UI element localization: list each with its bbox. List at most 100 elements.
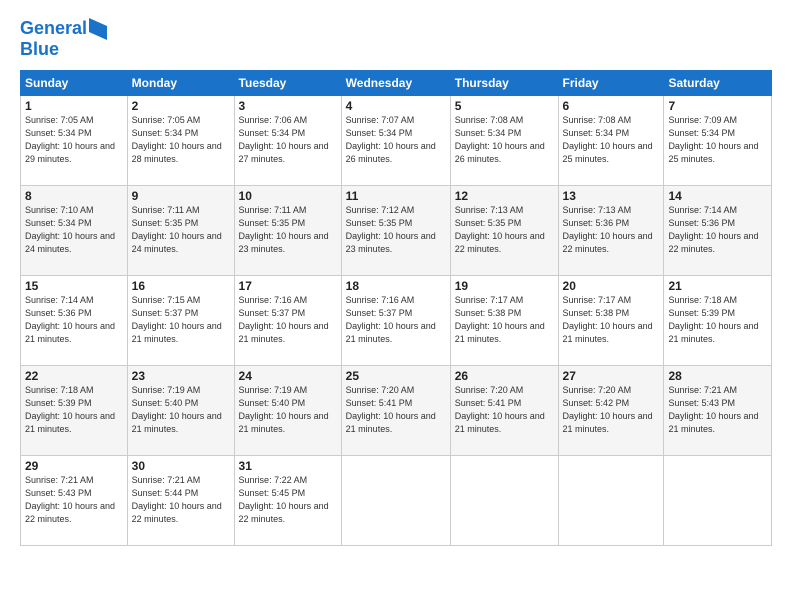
day-info: Sunrise: 7:11 AMSunset: 5:35 PMDaylight:… — [132, 205, 222, 254]
calendar-header-cell: Tuesday — [234, 70, 341, 95]
calendar-day-cell: 25 Sunrise: 7:20 AMSunset: 5:41 PMDayligh… — [341, 365, 450, 455]
calendar-week-row: 8 Sunrise: 7:10 AMSunset: 5:34 PMDaylight… — [21, 185, 772, 275]
calendar-page: General Blue SundayMondayTuesdayWednesda… — [0, 0, 792, 612]
day-info: Sunrise: 7:19 AMSunset: 5:40 PMDaylight:… — [239, 385, 329, 434]
day-info: Sunrise: 7:08 AMSunset: 5:34 PMDaylight:… — [455, 115, 545, 164]
calendar-week-row: 1 Sunrise: 7:05 AMSunset: 5:34 PMDaylight… — [21, 95, 772, 185]
calendar-day-cell: 19 Sunrise: 7:17 AMSunset: 5:38 PMDayligh… — [450, 275, 558, 365]
day-number: 27 — [563, 369, 660, 383]
day-number: 6 — [563, 99, 660, 113]
day-info: Sunrise: 7:07 AMSunset: 5:34 PMDaylight:… — [346, 115, 436, 164]
day-info: Sunrise: 7:18 AMSunset: 5:39 PMDaylight:… — [668, 295, 758, 344]
logo-text-line1: General — [20, 19, 87, 39]
day-number: 5 — [455, 99, 554, 113]
calendar-day-cell: 27 Sunrise: 7:20 AMSunset: 5:42 PMDayligh… — [558, 365, 664, 455]
day-number: 23 — [132, 369, 230, 383]
day-info: Sunrise: 7:17 AMSunset: 5:38 PMDaylight:… — [455, 295, 545, 344]
day-number: 11 — [346, 189, 446, 203]
calendar-day-cell: 16Sunrise: 7:15 AMSunset: 5:37 PMDayligh… — [127, 275, 234, 365]
day-number: 12 — [455, 189, 554, 203]
day-number: 10 — [239, 189, 337, 203]
day-number: 9 — [132, 189, 230, 203]
calendar-week-row: 15Sunrise: 7:14 AMSunset: 5:36 PMDayligh… — [21, 275, 772, 365]
day-info: Sunrise: 7:21 AMSunset: 5:43 PMDaylight:… — [25, 475, 115, 524]
logo-icon — [89, 18, 107, 40]
day-number: 19 — [455, 279, 554, 293]
calendar-day-cell: 23Sunrise: 7:19 AMSunset: 5:40 PMDayligh… — [127, 365, 234, 455]
calendar-table: SundayMondayTuesdayWednesdayThursdayFrid… — [20, 70, 772, 546]
day-info: Sunrise: 7:20 AMSunset: 5:41 PMDaylight:… — [455, 385, 545, 434]
calendar-day-cell: 11 Sunrise: 7:12 AMSunset: 5:35 PMDayligh… — [341, 185, 450, 275]
day-number: 16 — [132, 279, 230, 293]
day-info: Sunrise: 7:20 AMSunset: 5:42 PMDaylight:… — [563, 385, 653, 434]
day-number: 24 — [239, 369, 337, 383]
day-number: 30 — [132, 459, 230, 473]
calendar-day-cell: 20 Sunrise: 7:17 AMSunset: 5:38 PMDayligh… — [558, 275, 664, 365]
calendar-day-cell: 14Sunrise: 7:14 AMSunset: 5:36 PMDayligh… — [664, 185, 772, 275]
calendar-body: 1 Sunrise: 7:05 AMSunset: 5:34 PMDaylight… — [21, 95, 772, 545]
day-number: 1 — [25, 99, 123, 113]
calendar-day-cell: 30Sunrise: 7:21 AMSunset: 5:44 PMDayligh… — [127, 455, 234, 545]
day-number: 29 — [25, 459, 123, 473]
calendar-header-cell: Monday — [127, 70, 234, 95]
calendar-week-row: 29 Sunrise: 7:21 AMSunset: 5:43 PMDayligh… — [21, 455, 772, 545]
calendar-day-cell: 1 Sunrise: 7:05 AMSunset: 5:34 PMDaylight… — [21, 95, 128, 185]
calendar-day-cell: 10 Sunrise: 7:11 AMSunset: 5:35 PMDayligh… — [234, 185, 341, 275]
calendar-day-cell — [558, 455, 664, 545]
calendar-week-row: 22Sunrise: 7:18 AMSunset: 5:39 PMDayligh… — [21, 365, 772, 455]
day-info: Sunrise: 7:13 AMSunset: 5:36 PMDaylight:… — [563, 205, 653, 254]
logo: General Blue — [20, 18, 107, 60]
calendar-day-cell: 3 Sunrise: 7:06 AMSunset: 5:34 PMDaylight… — [234, 95, 341, 185]
day-number: 18 — [346, 279, 446, 293]
day-number: 28 — [668, 369, 767, 383]
day-info: Sunrise: 7:05 AMSunset: 5:34 PMDaylight:… — [132, 115, 222, 164]
day-info: Sunrise: 7:12 AMSunset: 5:35 PMDaylight:… — [346, 205, 436, 254]
calendar-day-cell: 17 Sunrise: 7:16 AMSunset: 5:37 PMDayligh… — [234, 275, 341, 365]
calendar-day-cell: 21 Sunrise: 7:18 AMSunset: 5:39 PMDayligh… — [664, 275, 772, 365]
day-info: Sunrise: 7:14 AMSunset: 5:36 PMDaylight:… — [668, 205, 758, 254]
day-info: Sunrise: 7:21 AMSunset: 5:43 PMDaylight:… — [668, 385, 758, 434]
day-number: 20 — [563, 279, 660, 293]
day-info: Sunrise: 7:17 AMSunset: 5:38 PMDaylight:… — [563, 295, 653, 344]
day-info: Sunrise: 7:11 AMSunset: 5:35 PMDaylight:… — [239, 205, 329, 254]
calendar-day-cell: 7 Sunrise: 7:09 AMSunset: 5:34 PMDaylight… — [664, 95, 772, 185]
calendar-header-cell: Thursday — [450, 70, 558, 95]
day-info: Sunrise: 7:16 AMSunset: 5:37 PMDaylight:… — [239, 295, 329, 344]
day-info: Sunrise: 7:18 AMSunset: 5:39 PMDaylight:… — [25, 385, 115, 434]
calendar-day-cell: 24 Sunrise: 7:19 AMSunset: 5:40 PMDayligh… — [234, 365, 341, 455]
calendar-day-cell: 29 Sunrise: 7:21 AMSunset: 5:43 PMDayligh… — [21, 455, 128, 545]
day-number: 25 — [346, 369, 446, 383]
calendar-header-cell: Sunday — [21, 70, 128, 95]
calendar-header-cell: Saturday — [664, 70, 772, 95]
calendar-day-cell: 5 Sunrise: 7:08 AMSunset: 5:34 PMDaylight… — [450, 95, 558, 185]
calendar-day-cell: 2 Sunrise: 7:05 AMSunset: 5:34 PMDaylight… — [127, 95, 234, 185]
calendar-day-cell — [664, 455, 772, 545]
day-number: 17 — [239, 279, 337, 293]
calendar-header-row: SundayMondayTuesdayWednesdayThursdayFrid… — [21, 70, 772, 95]
header: General Blue — [20, 18, 772, 60]
day-number: 31 — [239, 459, 337, 473]
day-number: 7 — [668, 99, 767, 113]
day-number: 15 — [25, 279, 123, 293]
day-info: Sunrise: 7:20 AMSunset: 5:41 PMDaylight:… — [346, 385, 436, 434]
day-info: Sunrise: 7:10 AMSunset: 5:34 PMDaylight:… — [25, 205, 115, 254]
day-number: 21 — [668, 279, 767, 293]
day-info: Sunrise: 7:16 AMSunset: 5:37 PMDaylight:… — [346, 295, 436, 344]
calendar-header-cell: Friday — [558, 70, 664, 95]
logo-text-line2: Blue — [20, 40, 107, 60]
calendar-day-cell: 31Sunrise: 7:22 AMSunset: 5:45 PMDayligh… — [234, 455, 341, 545]
day-info: Sunrise: 7:08 AMSunset: 5:34 PMDaylight:… — [563, 115, 653, 164]
day-number: 2 — [132, 99, 230, 113]
calendar-day-cell: 9 Sunrise: 7:11 AMSunset: 5:35 PMDaylight… — [127, 185, 234, 275]
day-number: 3 — [239, 99, 337, 113]
calendar-day-cell: 26 Sunrise: 7:20 AMSunset: 5:41 PMDayligh… — [450, 365, 558, 455]
calendar-day-cell: 8 Sunrise: 7:10 AMSunset: 5:34 PMDaylight… — [21, 185, 128, 275]
calendar-day-cell — [341, 455, 450, 545]
day-number: 8 — [25, 189, 123, 203]
day-number: 26 — [455, 369, 554, 383]
calendar-day-cell: 13Sunrise: 7:13 AMSunset: 5:36 PMDayligh… — [558, 185, 664, 275]
day-info: Sunrise: 7:05 AMSunset: 5:34 PMDaylight:… — [25, 115, 115, 164]
day-info: Sunrise: 7:09 AMSunset: 5:34 PMDaylight:… — [668, 115, 758, 164]
day-info: Sunrise: 7:06 AMSunset: 5:34 PMDaylight:… — [239, 115, 329, 164]
calendar-header-cell: Wednesday — [341, 70, 450, 95]
